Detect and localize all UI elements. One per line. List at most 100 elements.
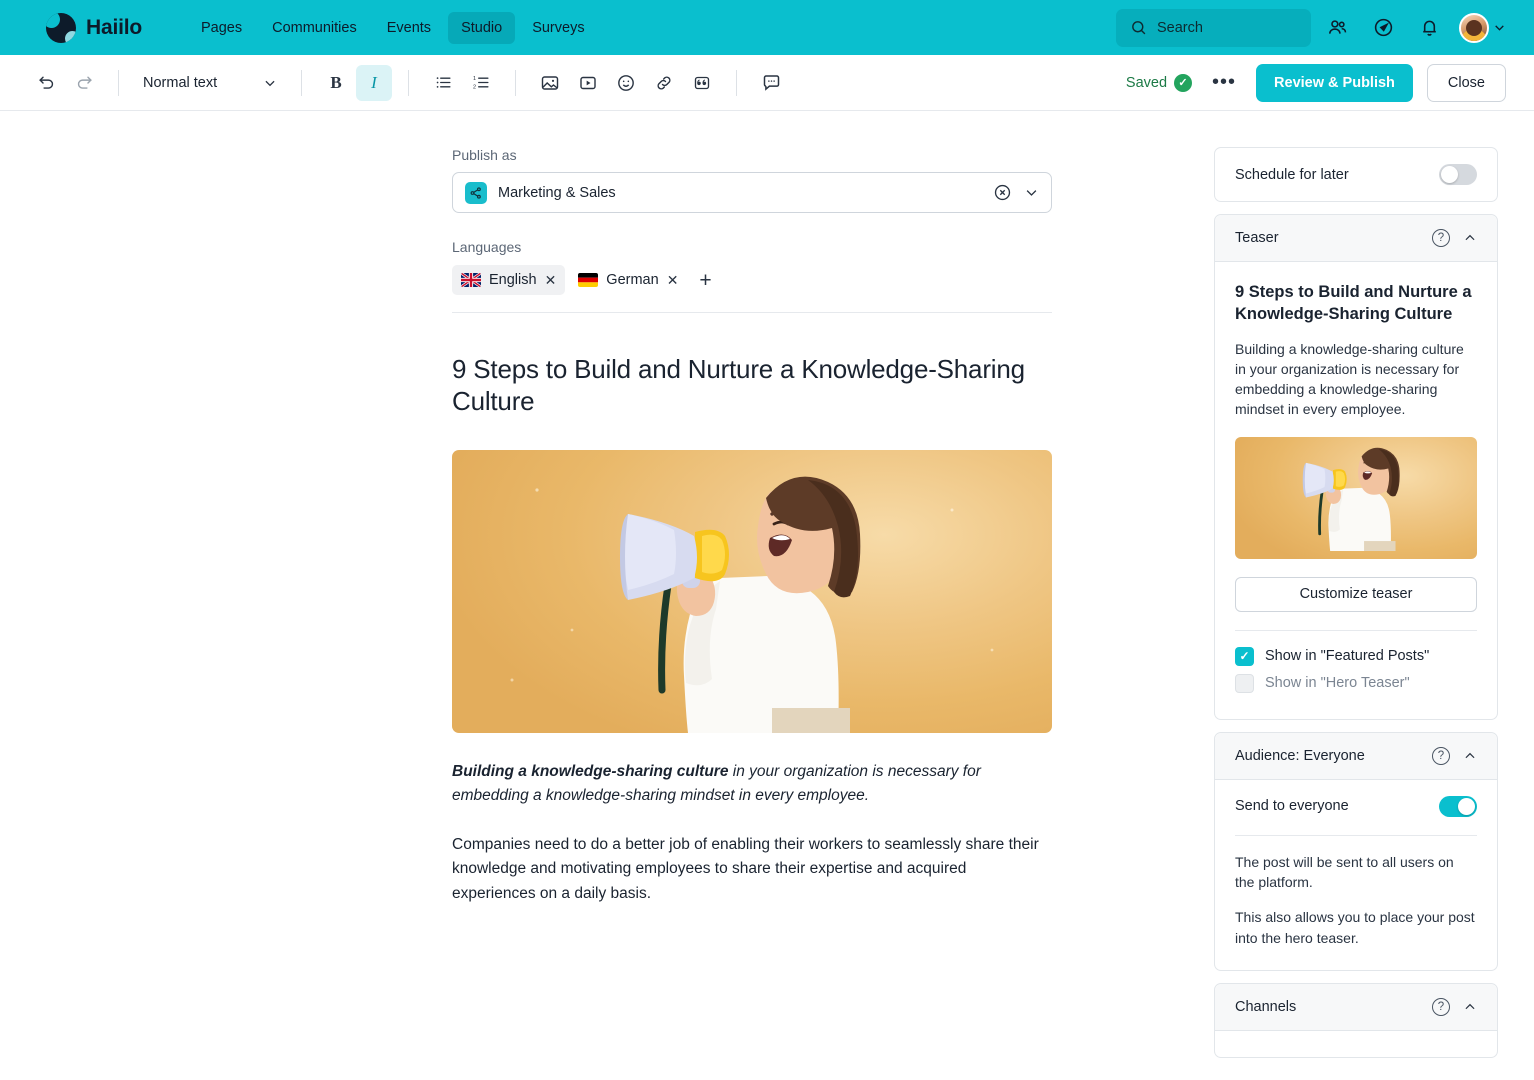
teaser-description: Building a knowledge-sharing culture in … [1235,340,1464,418]
checkbox-featured-posts[interactable]: ✓ [1235,646,1254,666]
emoji-icon[interactable] [608,65,644,101]
user-menu[interactable] [1459,12,1506,43]
saved-status: Saved ✓ [1125,73,1193,92]
chevron-up-icon[interactable] [1463,749,1477,763]
language-chip-german[interactable]: German ✕ [569,265,687,295]
compass-icon[interactable] [1363,8,1403,48]
german-flag-icon [578,273,599,287]
uk-flag-icon [461,273,481,287]
checkbox-row-featured-posts[interactable]: ✓ Show in "Featured Posts" [1235,646,1477,666]
megaphone-woman-thumbnail [1302,447,1400,551]
comment-icon[interactable] [753,65,789,101]
search-icon [1132,21,1146,35]
toolbar-divider [118,69,119,96]
send-to-everyone-toggle[interactable] [1439,795,1477,817]
video-icon[interactable] [570,65,606,101]
toolbar-divider [736,69,737,96]
nav-link-surveys[interactable]: Surveys [519,12,597,44]
chevron-up-icon[interactable] [1463,231,1477,245]
checkbox-row-hero-teaser[interactable]: Show in "Hero Teaser" [1235,673,1477,693]
remove-language-german-icon[interactable]: ✕ [667,273,679,287]
main-nav-links: Pages Communities Events Studio Surveys [188,11,598,44]
schedule-toggle[interactable] [1439,164,1477,185]
help-icon[interactable]: ? [1432,997,1450,1016]
article-lead-paragraph[interactable]: Building a knowledge-sharing culture in … [452,760,1052,809]
schedule-card: Schedule for later [1214,147,1498,202]
saved-label: Saved [1125,74,1168,91]
article-hero-image[interactable] [452,449,1052,733]
text-style-value: Normal text [143,74,218,91]
publish-as-select[interactable]: Marketing & Sales [452,172,1052,213]
teaser-divider [1235,629,1477,631]
article-title[interactable]: 9 Steps to Build and Nurture a Knowledge… [452,354,1052,418]
editor-column: Publish as Marketing & Sales Languages E… [0,111,1192,1080]
link-icon[interactable] [646,65,682,101]
teaser-image[interactable] [1235,436,1477,559]
audience-info-primary: The post will be sent to all users on th… [1235,853,1454,891]
publish-as-value: Marketing & Sales [498,184,616,201]
bold-button[interactable]: B [318,65,354,101]
section-divider [452,312,1052,313]
teaser-card: Teaser ? 9 Steps to Build and Nurture a … [1214,214,1498,720]
languages-label: Languages [452,239,522,255]
checkbox-label-featured-posts: Show in "Featured Posts" [1265,648,1430,665]
settings-sidebar: Schedule for later Teaser ? 9 Steps to B… [1192,111,1534,1080]
audience-info-secondary: This also allows you to place your post … [1235,909,1475,946]
svg-text:2: 2 [472,84,475,90]
chevron-down-icon [1495,25,1504,31]
audience-divider [1235,834,1477,836]
teaser-title: 9 Steps to Build and Nurture a Knowledge… [1235,283,1472,323]
channels-card-header[interactable]: Channels ? [1215,983,1497,1031]
teaser-card-header[interactable]: Teaser ? [1215,215,1497,262]
image-icon[interactable] [532,65,568,101]
bell-icon[interactable] [1409,8,1449,48]
chevron-down-icon[interactable] [1024,185,1039,200]
chevron-up-icon[interactable] [1463,1000,1477,1014]
svg-text:1: 1 [472,76,475,82]
customize-teaser-button[interactable]: Customize teaser [1235,576,1477,612]
brand-name: Haiilo [86,15,142,39]
italic-button[interactable]: I [356,64,392,101]
more-options-button[interactable]: ••• [1206,71,1242,94]
language-chip-list: English ✕ German ✕ + [452,265,1052,295]
help-icon[interactable]: ? [1432,746,1450,765]
brand-logo[interactable]: Haiilo [46,12,142,43]
nav-link-studio[interactable]: Studio [448,11,516,44]
help-icon[interactable]: ? [1432,229,1450,247]
channel-avatar-icon [465,181,487,204]
clear-icon[interactable] [993,183,1012,202]
bullet-list-icon[interactable] [425,65,461,101]
lead-bold-text: Building a knowledge-sharing culture [452,762,729,780]
people-icon[interactable] [1317,8,1357,48]
undo-icon[interactable] [28,65,64,101]
checkbox-hero-teaser[interactable] [1235,673,1254,693]
numbered-list-icon[interactable]: 1 2 [463,65,499,101]
add-language-button[interactable]: + [691,270,719,291]
nav-link-communities[interactable]: Communities [259,12,370,44]
nav-link-events[interactable]: Events [374,12,444,44]
search-input[interactable]: Search [1116,8,1311,47]
review-publish-button[interactable]: Review & Publish [1256,63,1413,102]
check-icon: ✓ [1174,73,1193,92]
language-label-german: German [606,272,659,288]
redo-icon[interactable] [66,65,102,101]
close-button[interactable]: Close [1426,63,1506,102]
text-style-dropdown[interactable]: Normal text [135,66,285,100]
language-label-english: English [489,272,537,288]
languages-section: Languages English ✕ German ✕ + [452,239,1052,313]
channels-card: Channels ? [1214,982,1498,1058]
quote-icon[interactable] [684,65,720,101]
article-paragraph[interactable]: Companies need to do a better job of ena… [452,833,1052,906]
megaphone-woman-illustration [510,476,994,733]
chevron-down-icon [265,80,275,86]
editor-toolbar: Normal text B I 1 2 Saved ✓ ••• Review &… [0,55,1534,111]
audience-header-title: Audience: Everyone [1235,747,1365,764]
audience-card-header[interactable]: Audience: Everyone ? [1215,732,1497,780]
nav-link-pages[interactable]: Pages [188,12,255,44]
avatar [1459,12,1489,43]
language-chip-english[interactable]: English ✕ [452,265,566,295]
audience-card: Audience: Everyone ? Send to everyone Th… [1214,731,1498,971]
remove-language-english-icon[interactable]: ✕ [545,273,557,287]
checkbox-label-hero-teaser: Show in "Hero Teaser" [1265,675,1410,692]
schedule-label: Schedule for later [1235,166,1349,183]
